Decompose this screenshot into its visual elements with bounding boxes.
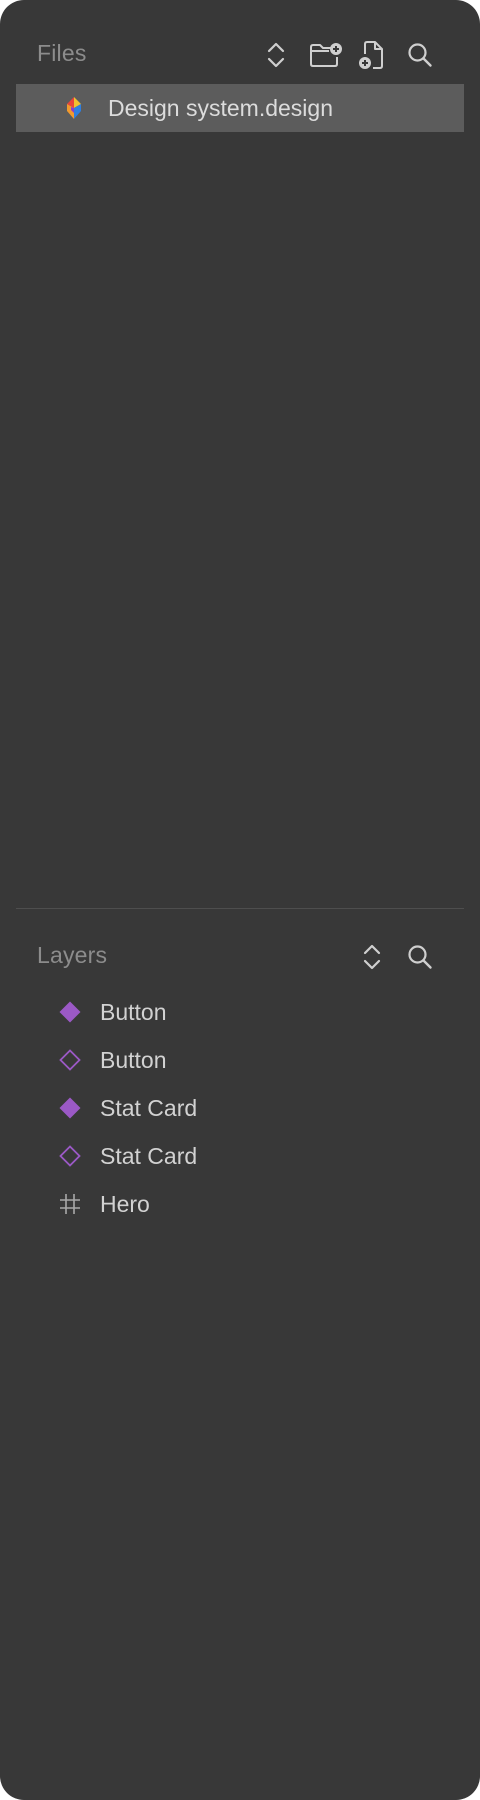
component-main-icon: [59, 1001, 81, 1023]
layers-title: Layers: [37, 942, 108, 968]
layer-item-hero-frame[interactable]: Hero: [0, 1182, 480, 1226]
layer-item-button-instance[interactable]: Button: [0, 1038, 480, 1082]
new-file-icon: [359, 41, 383, 69]
layer-item-label: Hero: [100, 1191, 150, 1217]
component-instance-icon: [59, 1049, 81, 1071]
new-folder-icon: [310, 43, 342, 67]
files-new-folder-button[interactable]: [309, 38, 343, 72]
component-instance-icon: [59, 1145, 81, 1167]
layer-item-label: Button: [100, 1047, 167, 1073]
files-search-button[interactable]: [403, 38, 437, 72]
layer-item-label: Button: [100, 999, 167, 1025]
files-sort-button[interactable]: [259, 38, 293, 72]
layer-item-label: Stat Card: [100, 1095, 198, 1121]
component-main-icon: [59, 1097, 81, 1119]
layers-header: Layers: [0, 932, 480, 980]
layer-item-button-main[interactable]: Button: [0, 990, 480, 1034]
layers-sort-button[interactable]: [355, 940, 389, 974]
files-title: Files: [37, 40, 87, 66]
file-item-label: Design system.design: [108, 95, 333, 121]
design-file-icon: [67, 97, 81, 119]
files-header: Files: [0, 30, 480, 78]
sort-chevrons-icon: [363, 944, 381, 970]
layer-item-stat-card-instance[interactable]: Stat Card: [0, 1134, 480, 1178]
frame-icon: [60, 1194, 80, 1214]
section-divider: [16, 908, 464, 909]
search-icon: [408, 43, 432, 67]
search-icon: [408, 945, 432, 969]
sort-chevrons-icon: [267, 42, 285, 68]
layer-item-stat-card-main[interactable]: Stat Card: [0, 1086, 480, 1130]
layers-search-button[interactable]: [403, 940, 437, 974]
layer-item-label: Stat Card: [100, 1143, 198, 1169]
file-item-design-system[interactable]: Design system.design: [16, 84, 464, 132]
sidebar-panel: Files Design system.design Layers Button…: [0, 0, 480, 1800]
files-new-file-button[interactable]: [354, 38, 388, 72]
